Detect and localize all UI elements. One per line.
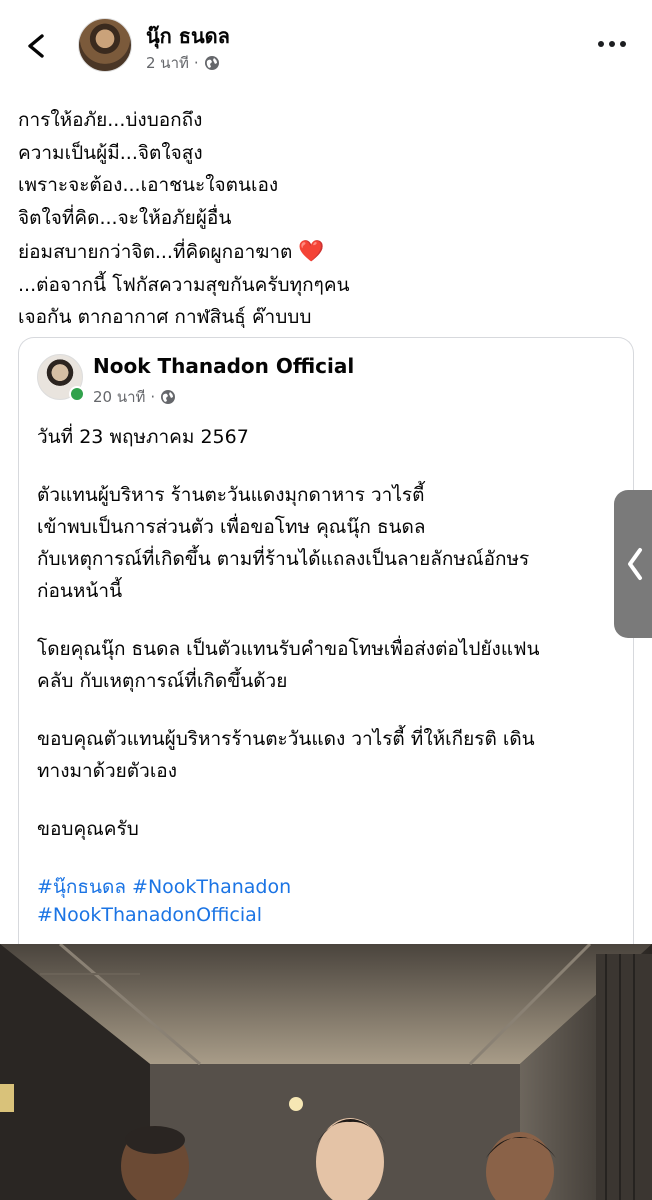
hashtag-link[interactable]: #NookThanadon — [132, 876, 291, 898]
post-time[interactable]: 2 นาที — [146, 51, 189, 75]
hashtag-link[interactable]: #NookThanadonOfficial — [37, 904, 262, 926]
paragraph-line: กับเหตุการณ์ที่เกิดขึ้น ตามที่ร้านได้แถล… — [37, 548, 530, 570]
more-dot — [598, 41, 604, 47]
photo-illustration — [0, 944, 652, 1200]
shared-post-time[interactable]: 20 นาที — [93, 385, 145, 409]
shared-page-name[interactable]: Nook Thanadon Official — [93, 354, 354, 378]
hashtag-row: #NookThanadonOfficial — [37, 904, 262, 926]
heart-emoji: ❤️ — [298, 238, 325, 263]
paragraph-line: โดยคุณนุ๊ก ธนดล เป็นตัวแทนรับคำขอโทษเพื่… — [37, 638, 540, 660]
post-line: เพราะจะต้อง...เอาชนะใจตนเอง — [18, 174, 279, 197]
meta-separator: · — [193, 54, 199, 72]
more-dot — [620, 41, 626, 47]
post-line: จิตใจที่คิด...จะให้อภัยผู้อื่น — [18, 207, 232, 230]
more-dot — [609, 41, 615, 47]
chevron-left-icon — [28, 34, 44, 58]
hashtag-link[interactable]: #นุ๊กธนดล — [37, 876, 126, 898]
globe-icon — [204, 56, 219, 70]
shared-post-meta: 20 นาที · — [93, 385, 176, 409]
paragraph-line: เข้าพบเป็นการส่วนตัว เพื่อขอโทษ คุณนุ๊ก … — [37, 516, 426, 538]
shared-post-card[interactable]: Nook Thanadon Official 20 นาที · วันที่ … — [18, 337, 634, 978]
post-meta: 2 นาที · — [146, 51, 220, 75]
post-line: ...ต่อจากนี้ โฟกัสความสุขกันครับทุกๆคน — [18, 273, 350, 296]
chevron-left-icon — [628, 548, 642, 580]
paragraph-line: ตัวแทนผู้บริหาร ร้านตะวันแดงมุกดาหาร วาไ… — [37, 484, 425, 506]
author-avatar[interactable] — [78, 18, 132, 72]
paragraph-line: ขอบคุณตัวแทนผู้บริหารร้านตะวันแดง วาไรตี… — [37, 728, 535, 750]
closing-line: ขอบคุณครับ — [37, 818, 139, 840]
date-line: วันที่ 23 พฤษภาคม 2567 — [37, 426, 249, 448]
post-line: ย่อมสบายกว่าจิต...ที่คิดผูกอาฆาต — [18, 240, 293, 263]
post-line: เจอกัน ตากอากาศ กาฬสินธุ์ ค๊าบบบ — [18, 306, 312, 329]
paragraph-line: ทางมาด้วยตัวเอง — [37, 760, 177, 782]
post-photo[interactable] — [0, 944, 652, 1200]
meta-separator: · — [150, 388, 156, 406]
more-options-button[interactable] — [598, 36, 632, 52]
post-text: การให้อภัย...บ่งบอกถึง ความเป็นผู้มี...จ… — [18, 104, 638, 334]
post-line: ความเป็นผู้มี...จิตใจสูง — [18, 141, 203, 164]
post-line: การให้อภัย...บ่งบอกถึง — [18, 109, 203, 131]
post-header: นุ๊ก ธนดล 2 นาที · — [0, 0, 652, 92]
globe-icon — [161, 390, 176, 404]
post-line-with-emoji: ย่อมสบายกว่าจิต...ที่คิดผูกอาฆาต ❤️ — [18, 235, 638, 269]
back-button[interactable] — [18, 28, 54, 64]
online-status-dot — [69, 386, 85, 402]
hashtag-row: #นุ๊กธนดล #NookThanadon — [37, 872, 291, 902]
side-panel-handle[interactable] — [614, 490, 652, 638]
author-name[interactable]: นุ๊ก ธนดล — [146, 20, 230, 52]
paragraph-line: ก่อนหน้านี้ — [37, 580, 123, 602]
paragraph-line: คลับ กับเหตุการณ์ที่เกิดขึ้นด้วย — [37, 670, 288, 692]
